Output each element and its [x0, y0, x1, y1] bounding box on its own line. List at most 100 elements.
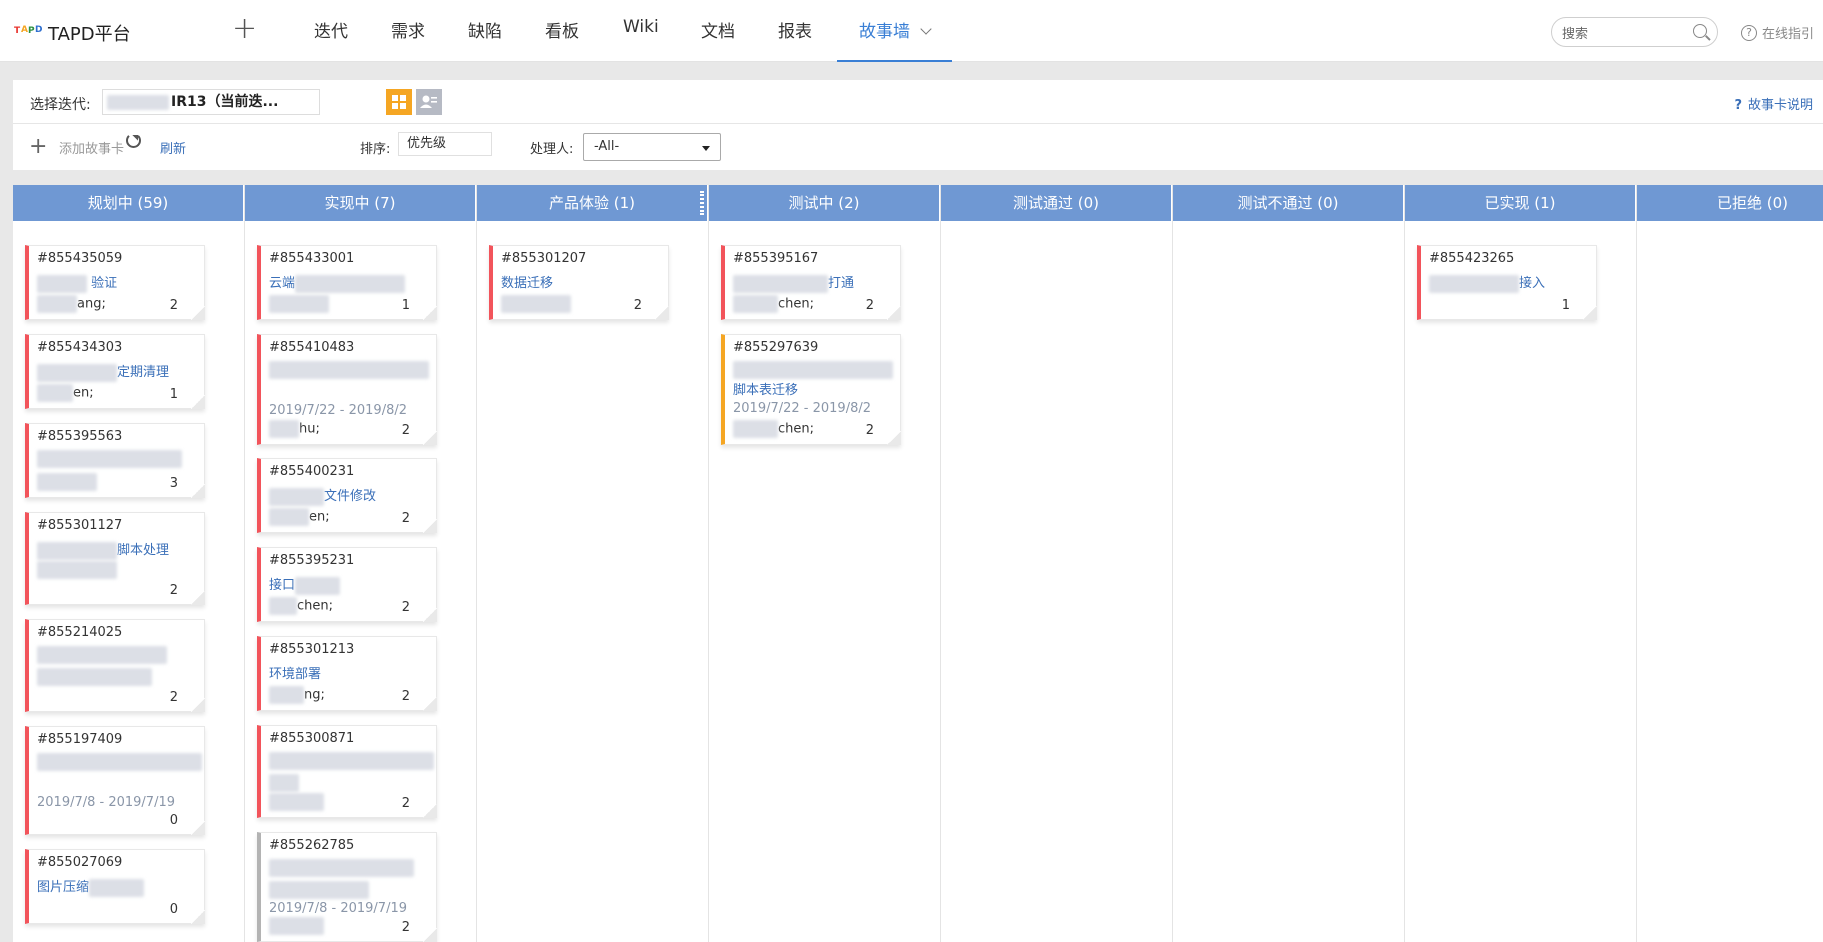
redacted-text: [1429, 274, 1519, 293]
nav-tab-reports[interactable]: 报表: [778, 17, 812, 62]
owner-view-button[interactable]: [416, 89, 442, 115]
card-id: #855301213: [269, 642, 355, 657]
card-view-button[interactable]: [386, 89, 412, 115]
card-id: #855262785: [269, 838, 355, 853]
column-header[interactable]: 实现中 (7): [245, 185, 476, 221]
story-card[interactable]: #855214025 2: [25, 619, 205, 712]
card-count: 2: [401, 689, 410, 704]
search-icon[interactable]: [1693, 24, 1707, 38]
card-date: 2019/7/22 - 2019/8/2: [733, 401, 871, 416]
card-title[interactable]: 打通: [733, 272, 854, 293]
card-title[interactable]: 接口: [269, 574, 341, 595]
story-card[interactable]: #855395563 3: [25, 423, 205, 498]
search-input[interactable]: 搜索: [1551, 17, 1718, 47]
column-header[interactable]: 测试不通过 (0): [1173, 185, 1404, 221]
person-icon: [420, 95, 437, 108]
nav-tab-wiki[interactable]: Wiki: [623, 17, 659, 62]
card-title[interactable]: 验证: [37, 272, 117, 293]
column-header[interactable]: 已实现 (1): [1405, 185, 1636, 221]
card-id: #855214025: [37, 625, 123, 640]
column-header[interactable]: 规划中 (59): [13, 185, 244, 221]
card-owner-text: ang;: [77, 296, 106, 312]
card-date: 2019/7/8 - 2019/7/19: [269, 901, 407, 916]
nav-tab-kanban[interactable]: 看板: [545, 17, 579, 62]
story-card[interactable]: #855395167 打通 chen; 2: [721, 245, 901, 320]
card-title[interactable]: 图片压缩: [37, 876, 145, 897]
redacted-text: [269, 508, 309, 526]
card-title[interactable]: 脚本表迁移: [733, 379, 798, 398]
plus-icon[interactable]: +: [29, 134, 47, 159]
nav-tab-iteration[interactable]: 迭代: [314, 17, 348, 62]
redacted-text: [269, 917, 324, 935]
card-count: 2: [633, 298, 642, 313]
redacted-text: [37, 668, 152, 686]
refresh-icon[interactable]: [126, 133, 141, 148]
story-card[interactable]: #855297639 脚本表迁移 2019/7/22 - 2019/8/2 ch…: [721, 334, 901, 445]
card-date: [37, 668, 152, 686]
card-id: #855197409: [37, 732, 123, 747]
card-count: 0: [169, 902, 178, 917]
column-header[interactable]: 产品体验 (1): [477, 185, 708, 221]
online-guide-link[interactable]: ? 在线指引: [1741, 23, 1814, 42]
redacted-text: [295, 576, 341, 595]
card-title[interactable]: [37, 450, 182, 468]
card-date: [269, 774, 299, 792]
iteration-select[interactable]: IR13（当前迭...: [102, 89, 320, 115]
card-count: 2: [169, 583, 178, 598]
card-count: 2: [401, 423, 410, 438]
card-title-text: 图片压缩: [37, 880, 90, 895]
card-title[interactable]: [269, 361, 429, 379]
card-owner: ang;: [37, 295, 106, 313]
column-header[interactable]: 测试中 (2): [709, 185, 940, 221]
story-card[interactable]: #855197409 2019/7/8 - 2019/7/19 0: [25, 726, 205, 835]
add-story-card-button[interactable]: 添加故事卡: [59, 138, 124, 157]
card-title-text: 接入: [1519, 276, 1546, 291]
nav-tab-story-wall[interactable]: 故事墙: [837, 17, 952, 62]
story-card[interactable]: #855300871 2: [257, 725, 437, 818]
nav-tab-requirements[interactable]: 需求: [391, 17, 425, 62]
refresh-button[interactable]: 刷新: [160, 138, 186, 157]
card-title[interactable]: [37, 753, 202, 771]
toolbar-row-actions: + 添加故事卡 刷新 排序: 优先级 处理人: -All-: [13, 124, 1823, 170]
tapd-logo[interactable]: T A P D TAPD平台: [14, 20, 131, 46]
story-card[interactable]: #855301207 数据迁移 2: [489, 245, 669, 320]
card-id: #855300871: [269, 731, 355, 746]
story-card[interactable]: #855301213 环境部署 ng; 2: [257, 636, 437, 711]
card-title[interactable]: 脚本处理: [37, 539, 169, 560]
card-title[interactable]: [269, 752, 434, 770]
card-id: #855400231: [269, 464, 355, 479]
story-card-help-link[interactable]: ? 故事卡说明: [1734, 94, 1813, 113]
story-card[interactable]: #855400231 文件修改 en; 2: [257, 458, 437, 533]
story-card[interactable]: #855433001 云端 1: [257, 245, 437, 320]
card-title[interactable]: 云端: [269, 272, 406, 293]
story-card[interactable]: #855435059 验证 ang; 2: [25, 245, 205, 320]
story-card[interactable]: #855395231 接口 chen; 2: [257, 547, 437, 622]
card-id: #855297639: [733, 340, 819, 355]
redacted-text: [269, 295, 329, 313]
story-card[interactable]: #855027069 图片压缩 0: [25, 849, 205, 924]
story-card[interactable]: #855262785 2019/7/8 - 2019/7/19 2: [257, 832, 437, 942]
card-id: #855301127: [37, 518, 123, 533]
card-title[interactable]: [37, 646, 167, 664]
card-title[interactable]: 数据迁移: [501, 272, 553, 291]
column-header[interactable]: 测试通过 (0): [941, 185, 1172, 221]
story-card[interactable]: #855423265 接入 1: [1417, 245, 1597, 320]
nav-tab-documents[interactable]: 文档: [701, 17, 735, 62]
sort-select[interactable]: 优先级: [398, 132, 492, 156]
drag-handle-icon[interactable]: [700, 191, 704, 215]
card-title[interactable]: 定期清理: [37, 361, 169, 382]
online-guide-label: 在线指引: [1762, 27, 1815, 42]
story-card[interactable]: #855301127 脚本处理 2: [25, 512, 205, 605]
create-button[interactable]: +: [232, 12, 257, 46]
owner-select[interactable]: -All-: [583, 133, 721, 161]
nav-tab-defects[interactable]: 缺陷: [468, 17, 502, 62]
story-card[interactable]: #855434303 定期清理 en; 1: [25, 334, 205, 409]
card-title[interactable]: [269, 859, 414, 877]
column-header[interactable]: 已拒绝 (0): [1637, 185, 1823, 221]
card-title[interactable]: 文件修改: [269, 485, 376, 506]
story-card[interactable]: #855410483 2019/7/22 - 2019/8/2 hu; 2: [257, 334, 437, 445]
card-title[interactable]: 接入: [1429, 272, 1545, 293]
card-id: #855027069: [37, 855, 123, 870]
card-title[interactable]: 环境部署: [269, 663, 321, 682]
card-owner-text: chen;: [778, 421, 815, 437]
